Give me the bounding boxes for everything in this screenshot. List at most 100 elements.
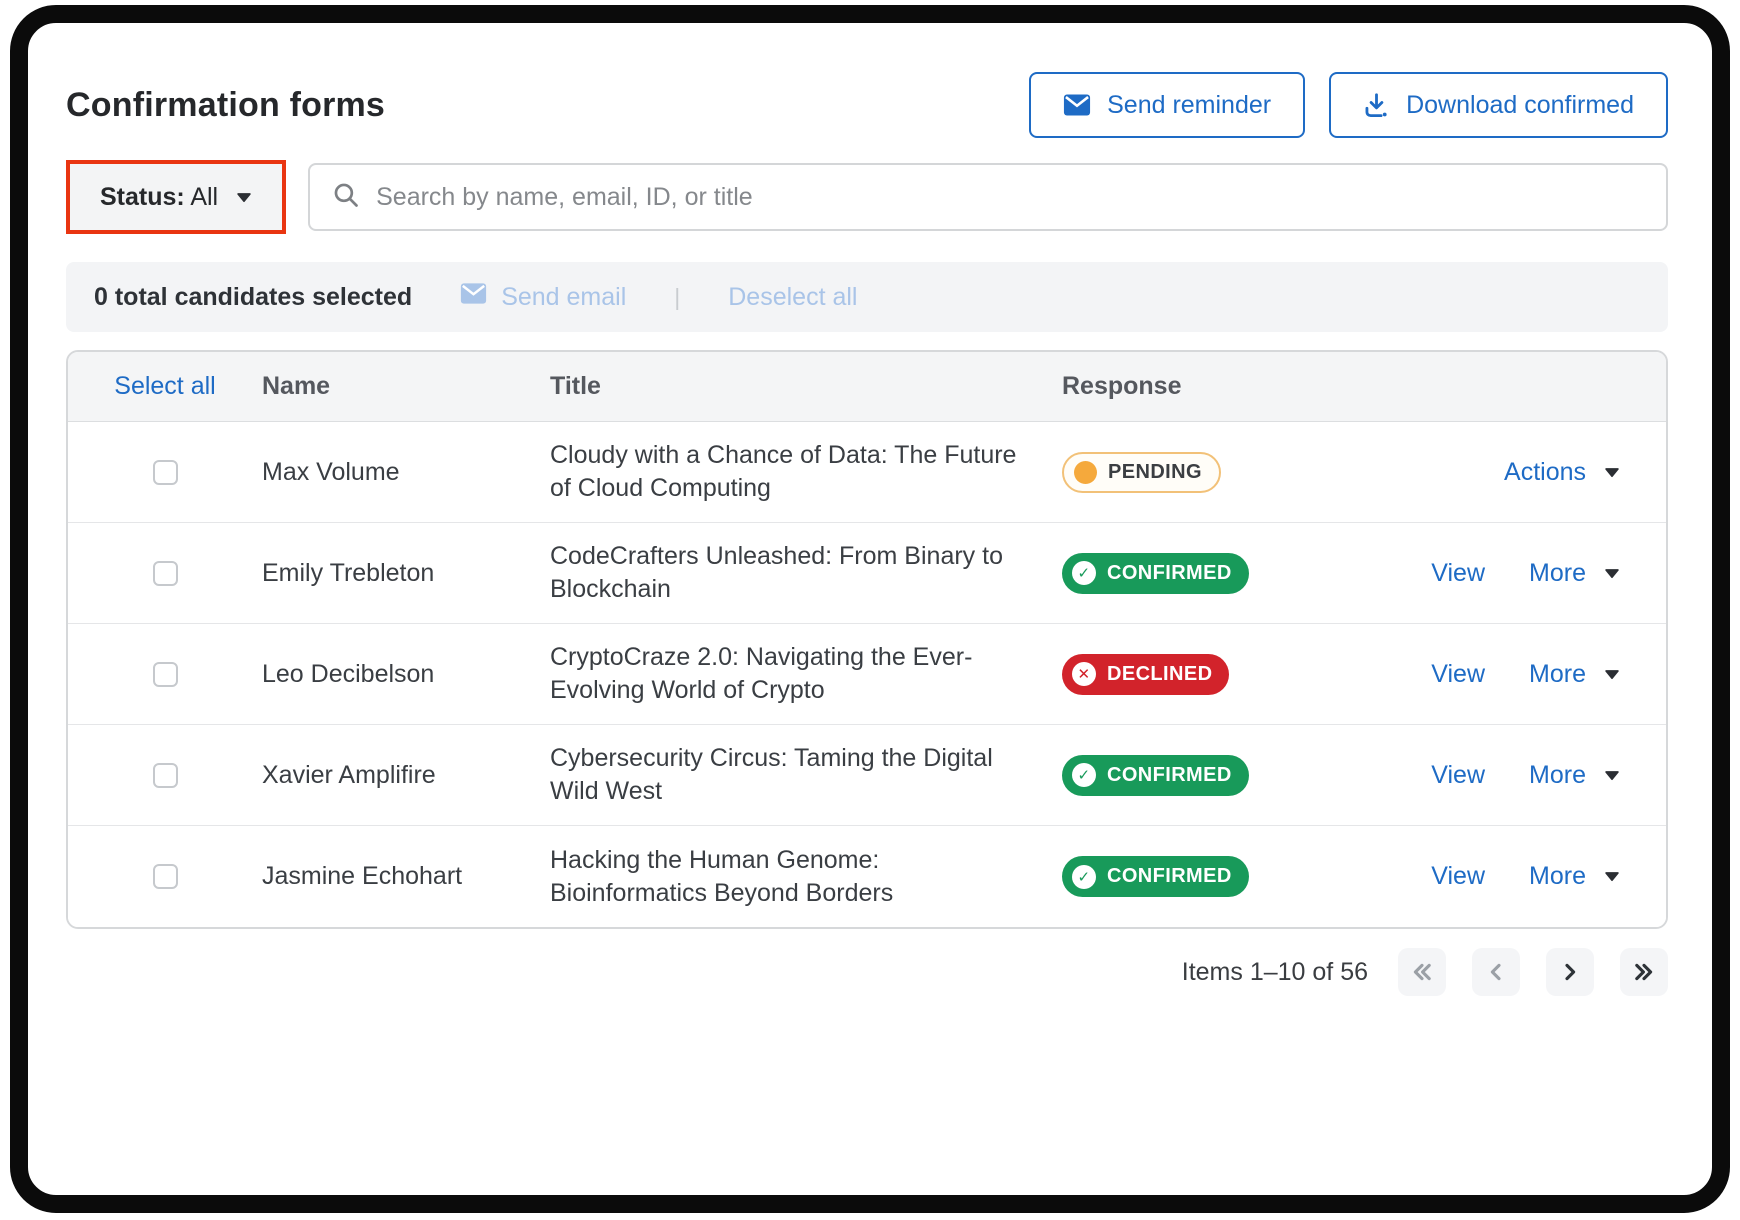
row-checkbox[interactable] <box>153 662 178 687</box>
column-header-name: Name <box>262 372 550 401</box>
send-email-button[interactable]: Send email <box>460 282 626 312</box>
deselect-all-label: Deselect all <box>728 283 857 312</box>
status-filter-value: All <box>190 183 218 211</box>
row-action-label: View <box>1431 862 1485 891</box>
row-checkbox[interactable] <box>153 561 178 586</box>
pagination-label: Items 1–10 of 56 <box>1182 958 1368 987</box>
search-input[interactable] <box>376 183 1644 212</box>
app-window: Confirmation forms Send reminder <box>10 5 1730 1213</box>
row-action-more-button[interactable]: More <box>1529 559 1620 588</box>
download-icon <box>1363 92 1390 119</box>
send-reminder-label: Send reminder <box>1107 91 1271 120</box>
status-badge: PENDING <box>1062 452 1221 493</box>
chevron-down-icon <box>1604 467 1620 478</box>
status-badge-label: PENDING <box>1108 461 1202 484</box>
response-cell: PENDING <box>1062 452 1352 493</box>
status-badge-label: CONFIRMED <box>1107 562 1232 585</box>
check-icon: ✓ <box>1072 763 1096 787</box>
send-reminder-button[interactable]: Send reminder <box>1029 72 1305 138</box>
page-header: Confirmation forms Send reminder <box>66 71 1668 139</box>
row-action-more-button[interactable]: More <box>1529 862 1620 891</box>
status-badge-label: CONFIRMED <box>1107 865 1232 888</box>
table-row: Emily TrebletonCodeCrafters Unleashed: F… <box>68 523 1666 624</box>
row-checkbox[interactable] <box>153 763 178 788</box>
candidate-name: Leo Decibelson <box>262 660 550 689</box>
envelope-icon <box>1063 93 1091 117</box>
row-action-label: View <box>1431 660 1485 689</box>
candidates-table: Select all Name Title Response Max Volum… <box>66 350 1668 929</box>
pagination: Items 1–10 of 56 <box>66 948 1668 996</box>
checkbox-cell <box>68 460 262 485</box>
row-action-view-button[interactable]: View <box>1431 761 1485 790</box>
row-checkbox[interactable] <box>153 864 178 889</box>
chevron-down-icon <box>1604 669 1620 680</box>
row-action-view-button[interactable]: View <box>1431 862 1485 891</box>
chevron-down-icon <box>1604 770 1620 781</box>
row-action-label: More <box>1529 660 1586 689</box>
next-page-button[interactable] <box>1546 948 1594 996</box>
divider: | <box>674 284 680 311</box>
candidate-name: Jasmine Echohart <box>262 862 550 891</box>
candidate-name: Max Volume <box>262 458 550 487</box>
status-badge-label: CONFIRMED <box>1107 764 1232 787</box>
check-icon: ✓ <box>1072 865 1096 889</box>
row-action-label: Actions <box>1504 458 1586 487</box>
row-action-label: View <box>1431 761 1485 790</box>
pagination-buttons <box>1398 948 1668 996</box>
session-title: CodeCrafters Unleashed: From Binary to B… <box>550 540 1062 606</box>
row-actions-cell: View More <box>1352 761 1658 790</box>
session-title: Cybersecurity Circus: Taming the Digital… <box>550 742 1062 808</box>
status-filter-label: Status: <box>100 183 185 211</box>
column-header-response: Response <box>1062 372 1352 401</box>
chevron-down-icon <box>236 192 252 203</box>
deselect-all-button[interactable]: Deselect all <box>728 283 857 312</box>
row-action-view-button[interactable]: View <box>1431 660 1485 689</box>
status-badge: ✓ CONFIRMED <box>1062 755 1249 796</box>
last-page-button[interactable] <box>1620 948 1668 996</box>
send-email-label: Send email <box>501 283 626 312</box>
page-content: Confirmation forms Send reminder <box>28 23 1712 996</box>
response-cell: ✓ CONFIRMED <box>1062 755 1352 796</box>
table-row: Max VolumeCloudy with a Chance of Data: … <box>68 422 1666 523</box>
row-actions-cell: Actions <box>1352 458 1658 487</box>
selection-summary: 0 total candidates selected <box>94 283 412 312</box>
pending-dot-icon <box>1074 461 1097 484</box>
download-confirmed-button[interactable]: Download confirmed <box>1329 72 1668 138</box>
row-action-label: View <box>1431 559 1485 588</box>
double-chevron-left-icon <box>1410 961 1434 983</box>
session-title: Hacking the Human Genome: Bioinformatics… <box>550 844 1062 910</box>
prev-page-button[interactable] <box>1472 948 1520 996</box>
select-all-link[interactable]: Select all <box>114 372 215 401</box>
filter-row: Status: All <box>66 160 1668 234</box>
row-actions-cell: View More <box>1352 559 1658 588</box>
double-chevron-right-icon <box>1632 961 1656 983</box>
table-header: Select all Name Title Response <box>68 352 1666 422</box>
row-checkbox[interactable] <box>153 460 178 485</box>
row-action-label: More <box>1529 559 1586 588</box>
row-action-more-button[interactable]: More <box>1529 660 1620 689</box>
status-filter-dropdown[interactable]: Status: All <box>66 160 286 234</box>
first-page-button[interactable] <box>1398 948 1446 996</box>
session-title: CryptoCraze 2.0: Navigating the Ever-Evo… <box>550 641 1062 707</box>
row-action-view-button[interactable]: View <box>1431 559 1485 588</box>
status-badge: ✓ CONFIRMED <box>1062 553 1249 594</box>
row-action-label: More <box>1529 862 1586 891</box>
status-badge-label: DECLINED <box>1107 663 1212 686</box>
column-header-title: Title <box>550 370 1062 403</box>
search-box <box>308 163 1668 231</box>
checkbox-cell <box>68 763 262 788</box>
checkbox-cell <box>68 561 262 586</box>
table-body: Max VolumeCloudy with a Chance of Data: … <box>68 422 1666 927</box>
download-confirmed-label: Download confirmed <box>1406 91 1634 120</box>
row-action-more-button[interactable]: More <box>1529 761 1620 790</box>
table-row: Jasmine EchohartHacking the Human Genome… <box>68 826 1666 927</box>
session-title: Cloudy with a Chance of Data: The Future… <box>550 439 1062 505</box>
selection-bar: 0 total candidates selected Send email |… <box>66 262 1668 332</box>
table-row: Xavier AmplifireCybersecurity Circus: Ta… <box>68 725 1666 826</box>
status-badge: ✕ DECLINED <box>1062 654 1229 695</box>
check-icon: ✓ <box>1072 561 1096 585</box>
row-action-actions-button[interactable]: Actions <box>1504 458 1620 487</box>
page-title: Confirmation forms <box>66 86 385 125</box>
response-cell: ✕ DECLINED <box>1062 654 1352 695</box>
x-icon: ✕ <box>1072 662 1096 686</box>
